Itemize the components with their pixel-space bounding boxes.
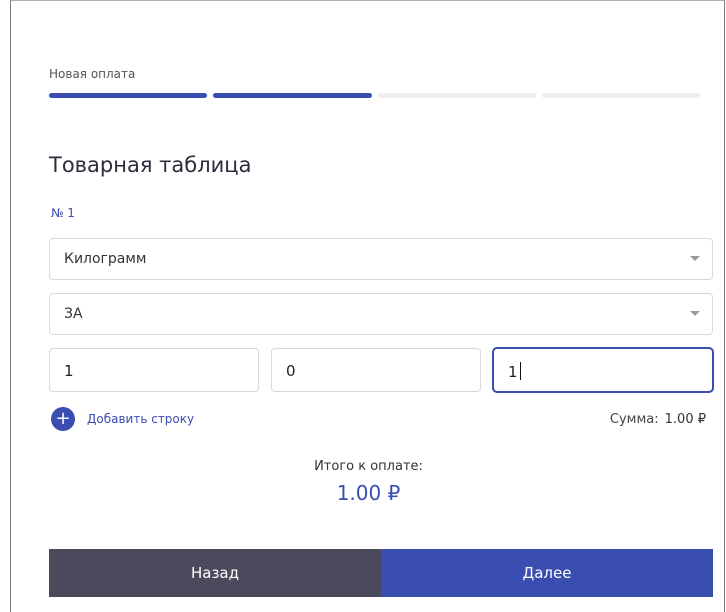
- progress-step-3: [377, 93, 536, 98]
- second-input-value: 0: [286, 362, 296, 380]
- add-row-button[interactable]: + Добавить строку: [51, 406, 194, 432]
- step-title: Новая оплата: [49, 67, 136, 81]
- unit-select[interactable]: Килограмм: [49, 238, 713, 280]
- progress-step-1: [49, 93, 208, 98]
- total-label: Итого к оплате:: [314, 459, 423, 474]
- payment-dialog: Новая оплата Товарная таблица № 1 Килогр…: [10, 0, 725, 612]
- chevron-down-icon: [690, 311, 700, 316]
- progress-bar: [49, 93, 700, 98]
- progress-step-4: [541, 93, 700, 98]
- item-select[interactable]: ЗА: [49, 293, 713, 335]
- text-caret: [519, 362, 521, 380]
- chevron-down-icon: [690, 256, 700, 261]
- quantity-input[interactable]: 1: [49, 348, 259, 392]
- page-title: Товарная таблица: [49, 153, 252, 177]
- plus-icon: +: [51, 407, 75, 431]
- row-inputs: 1 0 1: [49, 348, 713, 392]
- progress-step-2: [213, 93, 372, 98]
- next-button[interactable]: Далее: [381, 549, 713, 597]
- sum-label: Сумма:: [609, 412, 659, 427]
- back-button[interactable]: Назад: [49, 549, 381, 597]
- unit-select-value: Килограмм: [64, 251, 147, 267]
- price-input[interactable]: 1: [493, 348, 713, 392]
- second-input[interactable]: 0: [271, 348, 481, 392]
- quantity-input-value: 1: [64, 362, 74, 380]
- row-number: № 1: [51, 206, 75, 220]
- item-select-value: ЗА: [64, 306, 83, 322]
- total-value: 1.00 ₽: [336, 481, 401, 505]
- row-sum: Сумма: 1.00 ₽: [610, 412, 706, 427]
- price-input-value: 1: [508, 363, 518, 381]
- sum-value: 1.00 ₽: [664, 412, 706, 427]
- add-row-label: Добавить строку: [87, 412, 195, 426]
- footer-buttons: Назад Далее: [49, 549, 713, 597]
